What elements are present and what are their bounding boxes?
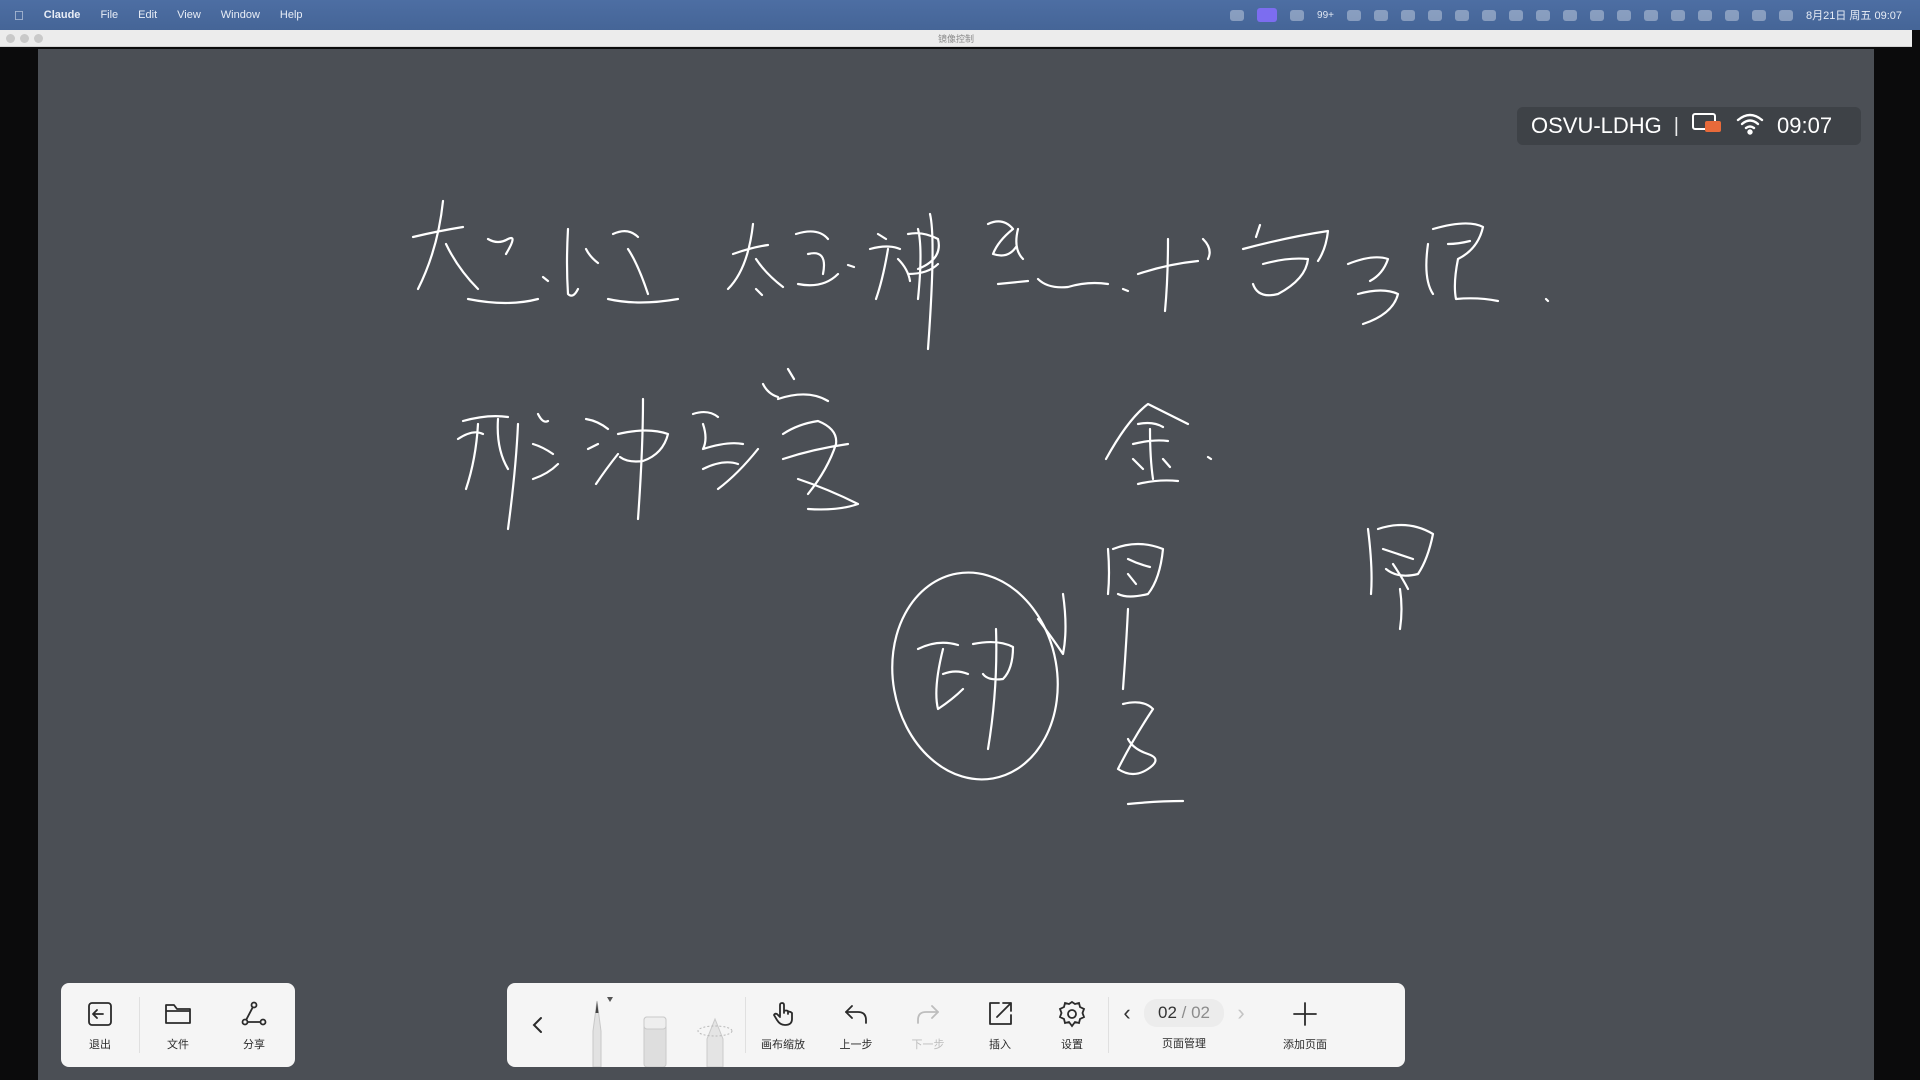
menu-bar:  Claude File Edit View Window Help 99+ … [0,0,1920,30]
menu-view[interactable]: View [177,9,201,21]
pen-tool[interactable] [579,991,615,1067]
menu-window[interactable]: Window [221,9,260,21]
undo-button[interactable]: 上一步 [820,983,892,1067]
window-titlebar: 镜像控制 [0,30,1912,47]
tray-mirror-icon[interactable] [1257,8,1278,22]
pinch-hand-icon [773,1001,793,1026]
tray-keyboard-icon[interactable] [1401,9,1415,21]
main-toolbar: 画布缩放 上一步 下一步 插入 设置 ‹ 02 / 02 › 页面管理 添加页面 [507,983,1405,1067]
undo-label: 上一步 [839,1038,873,1051]
eraser-icon [643,1016,667,1067]
handwriting-ink [411,199,1550,806]
share-label: 分享 [243,1038,265,1051]
gear-icon [1058,1000,1086,1027]
tray-headphones-icon[interactable] [1590,9,1604,21]
battery-icon[interactable] [1725,9,1739,21]
folder-icon [165,1003,191,1024]
tray-cloud-icon[interactable] [1428,9,1442,21]
tray-badge: 99+ [1317,9,1334,21]
page-manager: ‹ 02 / 02 › 页面管理 [1109,983,1259,1067]
canvas-zoom-button[interactable]: 画布缩放 [746,983,820,1067]
page-indicator[interactable]: 02 / 02 [1143,999,1224,1027]
device-status: OSVU-LDHG | 09:07 [1517,107,1861,145]
control-center-icon[interactable] [1779,9,1793,21]
tray-sync-icon[interactable] [1482,9,1496,21]
next-page-button[interactable]: › [1230,1000,1252,1026]
eraser-tool[interactable] [637,1007,673,1067]
exit-icon [88,1001,112,1026]
previous-page-button[interactable]: ‹ [1116,1000,1138,1026]
exit-label: 退出 [89,1038,111,1051]
highlighter-tool[interactable] [695,1013,735,1067]
window-title: 镜像控制 [937,33,974,44]
tray-wechat-icon[interactable] [1290,9,1305,21]
tray-grid-icon[interactable] [1455,9,1469,21]
page-manage-label: 页面管理 [1162,1038,1206,1050]
app-menu[interactable]: Claude [44,9,81,21]
whiteboard-canvas[interactable]: OSVU-LDHG | 09:07 [38,49,1874,1080]
tray-bug-icon[interactable] [1230,9,1245,21]
insert-label: 插入 [989,1038,1011,1051]
pen-icon [592,997,613,1067]
status-time: 09:07 [1777,113,1833,138]
exit-button[interactable]: 退出 [61,983,139,1067]
share-button[interactable]: 分享 [216,983,292,1067]
window-controls [6,34,43,43]
tray-group-icon[interactable] [1509,9,1523,21]
tray-vpn-icon[interactable] [1671,9,1685,21]
collapse-toolbar-button[interactable] [507,983,569,1067]
close-window-button[interactable] [6,34,15,43]
insert-icon [989,1001,1012,1025]
add-page-button[interactable]: 添加页面 [1259,983,1351,1067]
share-icon [241,1001,267,1025]
zoom-label: 画布缩放 [761,1038,805,1051]
zoom-window-button[interactable] [34,34,43,43]
apple-icon[interactable]:  [14,8,24,23]
redo-label: 下一步 [911,1038,945,1051]
settings-button[interactable]: 设置 [1036,983,1108,1067]
file-button[interactable]: 文件 [140,983,216,1067]
pen-tools [569,983,745,1067]
tray-play-icon[interactable] [1617,9,1631,21]
tray-layers-icon[interactable] [1374,9,1388,21]
undo-icon [845,1004,867,1024]
wifi-icon[interactable] [1698,9,1712,21]
tray-pen-icon[interactable] [1347,9,1361,21]
wifi-status-icon [1735,111,1765,141]
device-code: OSVU-LDHG [1531,113,1662,138]
redo-button[interactable]: 下一步 [892,983,964,1067]
menu-help[interactable]: Help [280,9,303,21]
status-separator: | [1673,114,1679,137]
settings-label: 设置 [1061,1038,1083,1051]
menu-edit[interactable]: Edit [138,9,157,21]
current-page: 02 [1157,1003,1177,1022]
laser-pointer-icon [697,1017,733,1067]
minimize-window-button[interactable] [20,34,29,43]
tray-user-icon[interactable] [1644,9,1658,21]
chevron-left-icon [532,1017,542,1033]
menu-file[interactable]: File [100,9,118,21]
plus-icon [1293,1001,1317,1026]
insert-button[interactable]: 插入 [964,983,1036,1067]
tray-time-icon[interactable] [1536,9,1550,21]
screen-cast-icon [1691,111,1723,141]
add-page-label: 添加页面 [1283,1038,1327,1051]
left-toolbar: 退出 文件 分享 [61,983,295,1067]
total-pages: / 02 [1181,1003,1210,1022]
redo-icon [917,1004,939,1024]
spotlight-icon[interactable] [1752,9,1766,21]
menubar-datetime[interactable]: 8月21日 周五 09:07 [1806,7,1902,23]
tray-settings-icon[interactable] [1563,9,1577,21]
file-label: 文件 [167,1038,189,1051]
